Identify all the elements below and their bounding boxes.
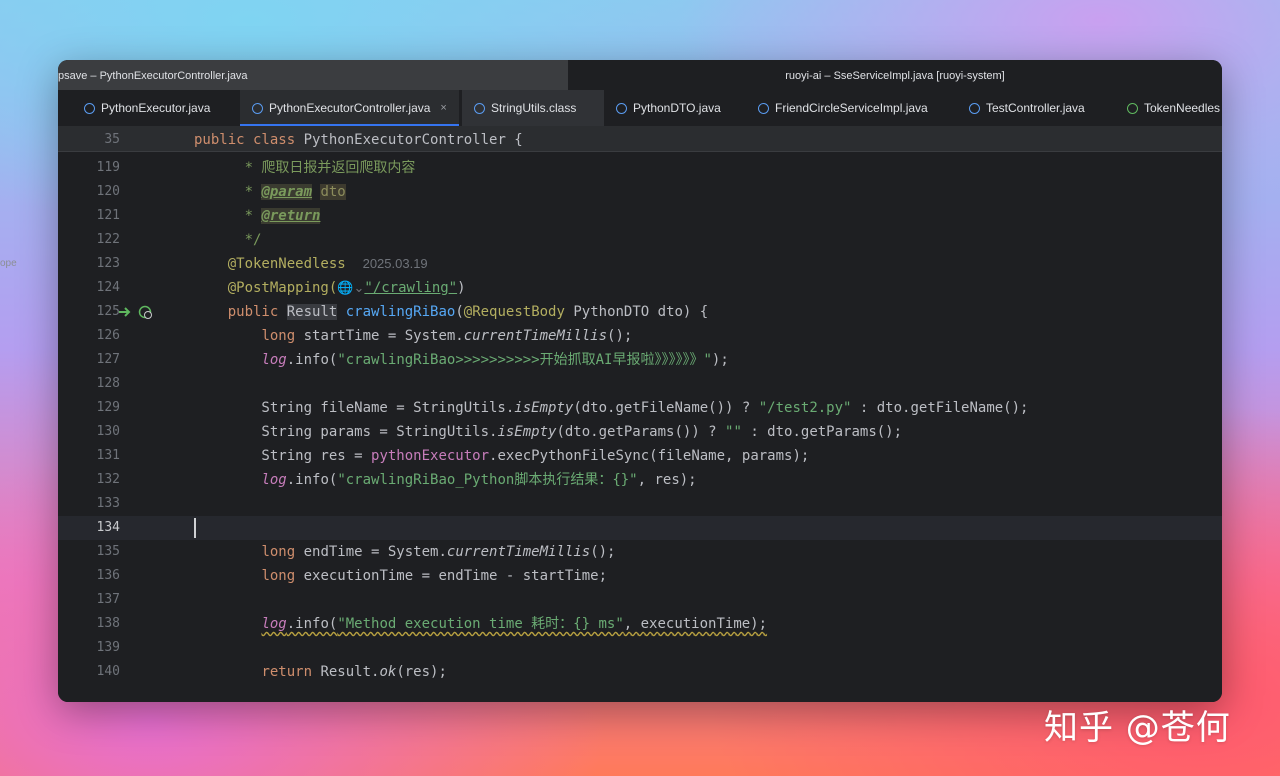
code-text: log.info("crawlingRiBao>>>>>>>>>>开始抓取AI早… xyxy=(261,352,729,368)
class-icon xyxy=(84,102,95,114)
tab-label: PythonExecutorController.java xyxy=(269,101,431,115)
tab-python-dto[interactable]: PythonDTO.java xyxy=(616,90,721,126)
line-number: 126 xyxy=(96,328,120,343)
tab-label: StringUtils.class xyxy=(491,101,577,115)
code-text: @PostMapping(🌐⌄"/crawling") xyxy=(227,280,466,296)
code-line[interactable]: 140 return Result.ok(res); xyxy=(58,660,1222,684)
tab-label: TestController.java xyxy=(986,101,1085,115)
text-caret xyxy=(194,518,196,538)
line-number: 121 xyxy=(96,208,120,223)
class-icon xyxy=(616,102,627,114)
line-number: 135 xyxy=(96,544,120,559)
line-number: 128 xyxy=(96,376,120,391)
line-number: 127 xyxy=(96,352,120,367)
code-text: * @param dto xyxy=(194,184,346,200)
tab-label: PythonExecutor.java xyxy=(101,101,211,115)
code-line[interactable]: 121 * @return xyxy=(58,204,1222,228)
tab-python-executor-controller[interactable]: PythonExecutorController.java × xyxy=(240,90,459,126)
code-line[interactable]: 128 xyxy=(58,372,1222,396)
tab-label: PythonDTO.java xyxy=(633,101,721,115)
code-line[interactable]: 136 long executionTime = endTime - start… xyxy=(58,564,1222,588)
code-line[interactable]: 120 * @param dto xyxy=(58,180,1222,204)
code-line[interactable]: 139 xyxy=(58,636,1222,660)
code-line[interactable]: 130 String params = StringUtils.isEmpty(… xyxy=(58,420,1222,444)
line-number: 129 xyxy=(96,400,120,415)
line-number: 131 xyxy=(96,448,120,463)
code-line[interactable]: 131 String res = pythonExecutor.execPyth… xyxy=(58,444,1222,468)
side-panel-marker: ope xyxy=(0,258,17,269)
code-line[interactable]: 133 xyxy=(58,492,1222,516)
line-number: 136 xyxy=(96,568,120,583)
code-text: public Result crawlingRiBao(@RequestBody… xyxy=(227,304,709,320)
title-bar: psave – PythonExecutorController.java ru… xyxy=(58,60,1222,90)
code-text: long endTime = System.currentTimeMillis(… xyxy=(261,544,616,560)
class-icon xyxy=(758,102,769,114)
code-text: String res = pythonExecutor.execPythonFi… xyxy=(194,448,810,464)
editor-tab-bar: PythonExecutor.java PythonExecutorContro… xyxy=(58,90,1222,127)
line-number: 132 xyxy=(96,472,120,487)
code-text: return Result.ok(res); xyxy=(261,664,447,680)
code-line[interactable]: 122 */ xyxy=(58,228,1222,252)
tab-python-executor[interactable]: PythonExecutor.java xyxy=(84,90,210,126)
code-line[interactable]: 135 long endTime = System.currentTimeMil… xyxy=(58,540,1222,564)
sticky-code: public class PythonExecutorController { xyxy=(194,132,523,148)
tab-label: TokenNeedles xyxy=(1144,101,1221,115)
code-text: */ xyxy=(244,232,262,248)
current-code-line[interactable]: 134 xyxy=(58,516,1222,540)
code-editor[interactable]: 35 public class PythonExecutorController… xyxy=(58,127,1222,702)
tab-token-needless[interactable]: TokenNeedles xyxy=(1127,90,1220,126)
line-number: 124 xyxy=(96,280,120,295)
tab-test-controller[interactable]: TestController.java xyxy=(969,90,1085,126)
code-line[interactable]: 123 @TokenNeedless 2025.03.19 xyxy=(58,252,1222,276)
sticky-header[interactable]: 35 public class PythonExecutorController… xyxy=(58,127,1222,152)
globe-icon[interactable]: 🌐⌄ xyxy=(337,280,364,295)
tab-friend-circle-service[interactable]: FriendCircleServiceImpl.java xyxy=(758,90,928,126)
web-endpoint-icon[interactable] xyxy=(138,305,152,319)
line-number: 130 xyxy=(96,424,120,439)
code-line[interactable]: 126 long startTime = System.currentTimeM… xyxy=(58,324,1222,348)
line-number: 120 xyxy=(96,184,120,199)
code-line[interactable]: 137 xyxy=(58,588,1222,612)
code-text: @TokenNeedless 2025.03.19 xyxy=(227,256,428,272)
annotation-icon xyxy=(1127,102,1138,114)
window-title-left[interactable]: psave – PythonExecutorController.java xyxy=(58,60,568,90)
code-line[interactable]: 127 log.info("crawlingRiBao>>>>>>>>>>开始抓… xyxy=(58,348,1222,372)
line-number: 137 xyxy=(96,592,120,607)
code-text: long executionTime = endTime - startTime… xyxy=(261,568,608,584)
class-icon xyxy=(474,102,485,114)
code-text: * 爬取日报并返回爬取内容 xyxy=(244,160,416,176)
code-text: * @return xyxy=(194,208,321,224)
code-line[interactable]: 129 String fileName = StringUtils.isEmpt… xyxy=(58,396,1222,420)
line-number: 134 xyxy=(96,520,120,535)
line-number: 133 xyxy=(96,496,120,511)
code-text: String fileName = StringUtils.isEmpty(dt… xyxy=(194,400,1029,416)
date-hint: 2025.03.19 xyxy=(362,256,428,271)
code-text: String params = StringUtils.isEmpty(dto.… xyxy=(194,424,903,440)
line-number: 35 xyxy=(104,132,120,147)
line-number: 119 xyxy=(96,160,120,175)
line-number: 125 xyxy=(96,304,120,319)
class-icon xyxy=(252,102,263,114)
tab-label: FriendCircleServiceImpl.java xyxy=(775,101,928,115)
code-line[interactable]: 132 log.info("crawlingRiBao_Python脚本执行结果… xyxy=(58,468,1222,492)
code-line[interactable]: 124 @PostMapping(🌐⌄"/crawling") xyxy=(58,276,1222,300)
close-icon[interactable]: × xyxy=(440,102,446,114)
window-title-right[interactable]: ruoyi-ai – SseServiceImpl.java [ruoyi-sy… xyxy=(568,60,1222,90)
line-number: 140 xyxy=(96,664,120,679)
code-line[interactable]: 138 log.info("Method execution time 耗时：{… xyxy=(58,612,1222,636)
code-text: long startTime = System.currentTimeMilli… xyxy=(261,328,633,344)
line-number: 122 xyxy=(96,232,120,247)
line-number: 138 xyxy=(96,616,120,631)
ide-window: psave – PythonExecutorController.java ru… xyxy=(58,60,1222,702)
tab-string-utils[interactable]: StringUtils.class xyxy=(462,90,605,126)
line-number: 123 xyxy=(96,256,120,271)
code-line[interactable]: 125 public Result crawlingRiBao(@Request… xyxy=(58,300,1222,324)
code-text: log.info("Method execution time 耗时：{} ms… xyxy=(261,616,768,632)
class-icon xyxy=(969,102,980,114)
code-text: log.info("crawlingRiBao_Python脚本执行结果：{}"… xyxy=(261,472,697,488)
run-arrow-icon[interactable] xyxy=(118,305,132,319)
zhihu-watermark: 知乎 @苍何 xyxy=(1044,708,1231,748)
line-number: 139 xyxy=(96,640,120,655)
code-line[interactable]: 119 * 爬取日报并返回爬取内容 xyxy=(58,156,1222,180)
